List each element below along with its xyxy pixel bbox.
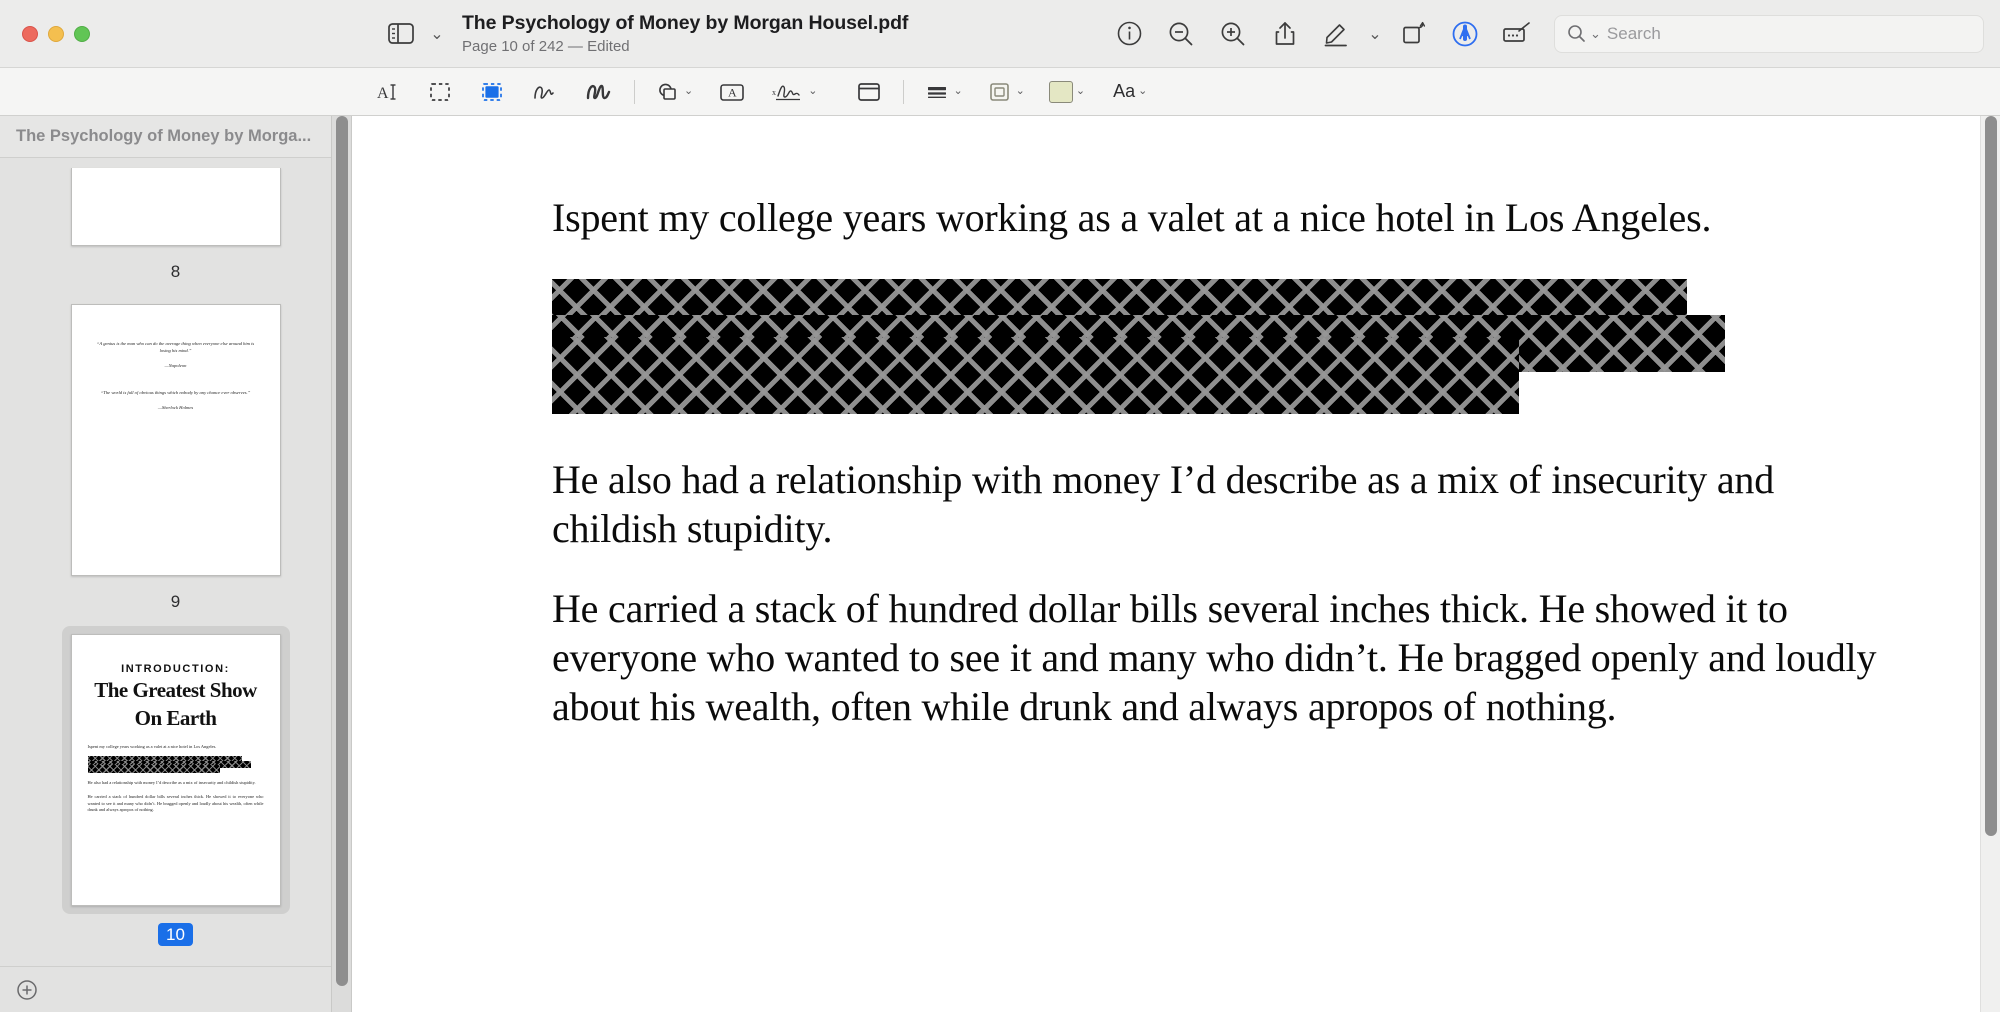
zoom-button[interactable] bbox=[74, 25, 90, 42]
signature-tool[interactable]: x ⌄ bbox=[765, 75, 823, 109]
draw-tool[interactable] bbox=[578, 75, 620, 109]
rotate-icon[interactable] bbox=[1388, 14, 1438, 54]
border-style-caret-icon[interactable]: ⌄ bbox=[953, 86, 962, 97]
thumbnail-page-10[interactable]: INTRODUCTION: The Greatest Show On Earth… bbox=[0, 626, 351, 962]
text-selection-tool[interactable]: A bbox=[368, 75, 408, 109]
sidebar-footer bbox=[0, 966, 351, 1012]
thumbnail-paragraph-3: He carried a stack of hundred dollar bil… bbox=[87, 793, 264, 813]
thumbnail-canvas bbox=[70, 168, 281, 246]
document-title-block: The Psychology of Money by Morgan Housel… bbox=[462, 12, 908, 55]
thumbnail-page-8[interactable]: 8 bbox=[0, 160, 351, 296]
info-icon[interactable] bbox=[1104, 14, 1154, 54]
fill-color-tool[interactable]: ⌄ bbox=[1043, 75, 1091, 109]
document-scrollbar-knob[interactable] bbox=[1985, 116, 1997, 836]
rectangular-selection-tool[interactable] bbox=[420, 75, 460, 109]
redacted-text-block[interactable] bbox=[552, 278, 1888, 414]
text-box-tool[interactable]: A bbox=[711, 75, 753, 109]
svg-text:A: A bbox=[728, 85, 737, 99]
thumbnail-quote-1: “A genius is the man who can do the aver… bbox=[96, 341, 255, 353]
redact-tool[interactable] bbox=[472, 75, 512, 109]
close-button[interactable] bbox=[22, 25, 38, 42]
minimize-button[interactable] bbox=[48, 25, 64, 42]
shapes-caret-icon[interactable]: ⌄ bbox=[684, 86, 693, 97]
thumbnail-canvas: “A genius is the man who can do the aver… bbox=[70, 304, 281, 576]
sidebar-toggle-group: ⌄ bbox=[380, 16, 448, 52]
fill-color-swatch[interactable] bbox=[1048, 80, 1073, 103]
sketch-tool[interactable] bbox=[524, 75, 566, 109]
thumbnail-kicker: INTRODUCTION: bbox=[121, 663, 230, 675]
thumbnail-frame[interactable] bbox=[62, 160, 290, 254]
thumbnail-quote-2: “The world is full of obvious things whi… bbox=[100, 389, 251, 395]
redaction-block[interactable] bbox=[552, 336, 1519, 414]
shapes-tool[interactable]: ⌄ bbox=[649, 75, 699, 109]
markup-toolbar: A ⌄ A x ⌄ ⌄ ⌄ ⌄ Aa ⌄ bbox=[0, 68, 2000, 116]
thumbnail-page-number: 9 bbox=[170, 592, 181, 611]
search-input[interactable]: ⌄ Search bbox=[1554, 14, 1984, 53]
sidebar-scrollbar-knob[interactable] bbox=[336, 116, 348, 986]
thumbnail-page-number-selected: 10 bbox=[158, 923, 193, 946]
zoom-out-icon[interactable] bbox=[1156, 14, 1206, 54]
preview-window: ⌄ The Psychology of Money by Morgan Hous… bbox=[0, 0, 2000, 1012]
toolbar-divider-2 bbox=[903, 79, 905, 104]
thumbnail-title-line-1: The Greatest Show bbox=[94, 678, 257, 702]
thumbnail-quote-2-attribution: —Sherlock Holmes bbox=[157, 404, 194, 410]
share-icon[interactable] bbox=[1260, 14, 1310, 54]
highlight-options-caret[interactable]: ⌄ bbox=[1364, 16, 1386, 52]
thumbnail-redaction-block bbox=[87, 763, 220, 773]
thumbnail-page-9[interactable]: “A genius is the man who can do the aver… bbox=[0, 296, 351, 626]
thumbnail-list[interactable]: 8 “A genius is the man who can do the av… bbox=[0, 158, 351, 966]
signature-caret-icon[interactable]: ⌄ bbox=[808, 86, 817, 97]
title-bar: ⌄ The Psychology of Money by Morgan Hous… bbox=[0, 0, 2000, 68]
thumbnail-frame[interactable]: “A genius is the man who can do the aver… bbox=[62, 296, 290, 584]
toolbar-divider bbox=[634, 79, 635, 104]
highlight-pen-icon[interactable] bbox=[1312, 14, 1362, 54]
thumbnail-page-number: 8 bbox=[170, 262, 181, 281]
thumbnail-sidebar: The Psychology of Money by Morga... 8 “A… bbox=[0, 116, 352, 1012]
thumbnail-paragraph-2: He also had a relationship with money I’… bbox=[87, 779, 256, 785]
document-paragraph-2: He also had a relationship with money I’… bbox=[552, 456, 1775, 551]
thumbnail-title-line-2: On Earth bbox=[134, 705, 217, 730]
toolbar-actions: ⌄ ⌄ Search bbox=[1104, 14, 2000, 54]
document-paragraph-3: He carried a stack of hundred dollar bil… bbox=[552, 586, 1877, 729]
thumbnail-intro-heading: INTRODUCTION: The Greatest Show On Earth bbox=[72, 635, 280, 730]
thumbnail-quotes: “A genius is the man who can do the aver… bbox=[72, 305, 280, 410]
thumbnail-canvas: INTRODUCTION: The Greatest Show On Earth… bbox=[70, 634, 281, 906]
search-caret-icon[interactable]: ⌄ bbox=[1590, 27, 1601, 40]
annotate-icon[interactable] bbox=[1492, 14, 1542, 54]
thumbnail-body: Ispent my college years working as a val… bbox=[72, 744, 280, 814]
page-title: The Psychology of Money by Morgan Housel… bbox=[462, 12, 909, 35]
sidebar-icon[interactable] bbox=[380, 16, 422, 52]
border-color-tool[interactable]: ⌄ bbox=[981, 75, 1031, 109]
window-controls bbox=[0, 25, 372, 42]
svg-text:A: A bbox=[377, 85, 389, 102]
thumbnail-frame-selected[interactable]: INTRODUCTION: The Greatest Show On Earth… bbox=[61, 626, 290, 914]
sidebar-header-title: The Psychology of Money by Morga... bbox=[0, 116, 351, 158]
note-tool[interactable] bbox=[849, 75, 889, 109]
main-body: The Psychology of Money by Morga... 8 “A… bbox=[0, 116, 2000, 1012]
markup-icon[interactable] bbox=[1440, 14, 1490, 54]
font-tool-label: Aa bbox=[1113, 81, 1136, 101]
sidebar-scrollbar[interactable] bbox=[331, 116, 351, 1012]
fill-color-caret-icon[interactable]: ⌄ bbox=[1076, 86, 1085, 97]
font-caret-icon[interactable]: ⌄ bbox=[1138, 86, 1147, 97]
border-style-tool[interactable]: ⌄ bbox=[918, 75, 968, 109]
add-page-icon[interactable] bbox=[10, 973, 44, 1007]
border-color-caret-icon[interactable]: ⌄ bbox=[1016, 86, 1025, 97]
search-icon bbox=[1568, 25, 1585, 42]
page-status: Page 10 of 242 — Edited bbox=[462, 37, 630, 55]
zoom-in-icon[interactable] bbox=[1208, 14, 1258, 54]
font-tool[interactable]: Aa ⌄ bbox=[1107, 75, 1153, 109]
document-scrollbar[interactable] bbox=[1980, 116, 2000, 1012]
thumbnail-paragraph-1: Ispent my college years working as a val… bbox=[87, 744, 217, 750]
pdf-page[interactable]: Ispent my college years working as a val… bbox=[352, 116, 1980, 1012]
thumbnail-redaction bbox=[87, 755, 264, 773]
svg-text:x: x bbox=[772, 88, 776, 97]
document-paragraph-1: Ispent my college years working as a val… bbox=[552, 195, 1712, 240]
document-view[interactable]: Ispent my college years working as a val… bbox=[352, 116, 2000, 1012]
chevron-down-icon[interactable]: ⌄ bbox=[426, 16, 448, 52]
search-placeholder: Search bbox=[1606, 23, 1661, 43]
